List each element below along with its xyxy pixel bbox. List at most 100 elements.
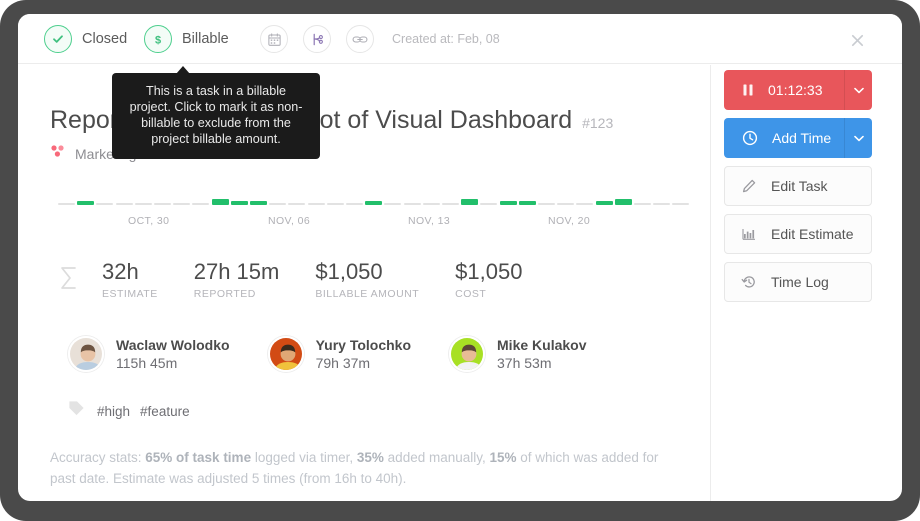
tooltip-arrow bbox=[176, 66, 190, 74]
assignee-text: Yury Tolochko 79h 37m bbox=[316, 337, 411, 371]
timer-label: 01:12:33 bbox=[768, 82, 823, 98]
timeline-segment[interactable] bbox=[211, 199, 229, 205]
accuracy-prefix: Accuracy stats: bbox=[50, 450, 146, 465]
edit-task-button[interactable]: Edit Task bbox=[724, 166, 872, 206]
timeline-segment[interactable] bbox=[96, 203, 114, 205]
stat-label: ESTIMATE bbox=[102, 288, 158, 300]
timeline-segment[interactable] bbox=[384, 203, 402, 205]
stat-item: $1,050 COST bbox=[455, 259, 522, 300]
sigma-icon bbox=[58, 265, 80, 296]
subtask-branch-icon[interactable] bbox=[303, 25, 331, 53]
timeline-segment[interactable] bbox=[576, 203, 594, 205]
tag-list: #high #feature bbox=[97, 404, 200, 419]
assignee[interactable]: Yury Tolochko 79h 37m bbox=[267, 336, 411, 372]
timeline-date-label: NOV, 13 bbox=[408, 215, 451, 227]
stat-value: $1,050 bbox=[315, 259, 383, 284]
task-detail-card: Closed $ Billable Created at: Feb, 08 Re… bbox=[18, 14, 902, 501]
timeline-segment[interactable] bbox=[480, 203, 498, 205]
tag-item[interactable]: #feature bbox=[140, 404, 190, 419]
timeline-date-label: NOV, 06 bbox=[268, 215, 311, 227]
assignee-time: 79h 37m bbox=[315, 355, 371, 371]
timer-button-main[interactable]: 01:12:33 bbox=[724, 70, 844, 110]
timer-button[interactable]: 01:12:33 bbox=[724, 70, 872, 110]
timeline-segment[interactable] bbox=[518, 201, 536, 205]
assignee-text: Waclaw Wolodko 115h 45m bbox=[116, 337, 230, 371]
calendar-icon[interactable] bbox=[260, 25, 288, 53]
status-badge-billable-label: Billable bbox=[182, 31, 229, 47]
stat-item: 32h ESTIMATE bbox=[102, 259, 158, 300]
timeline-segment[interactable] bbox=[115, 203, 133, 205]
time-log-button-main[interactable]: Time Log bbox=[725, 263, 871, 301]
timeline-segment[interactable] bbox=[58, 203, 75, 205]
edit-task-label: Edit Task bbox=[771, 178, 828, 194]
time-log-label: Time Log bbox=[771, 274, 829, 290]
timeline-segment[interactable] bbox=[192, 203, 210, 205]
clock-icon bbox=[742, 130, 758, 146]
timeline-date-label: NOV, 20 bbox=[548, 215, 591, 227]
timeline-segment[interactable] bbox=[346, 203, 363, 205]
edit-estimate-label: Edit Estimate bbox=[771, 226, 854, 242]
stat-label: COST bbox=[455, 288, 487, 300]
edit-task-button-main[interactable]: Edit Task bbox=[725, 167, 871, 205]
status-badge-billable[interactable]: $ Billable bbox=[144, 25, 229, 53]
timeline-segment[interactable] bbox=[154, 203, 171, 205]
accuracy-b2: 35% bbox=[356, 450, 384, 465]
pencil-icon bbox=[741, 178, 757, 194]
timeline-segment[interactable] bbox=[634, 203, 651, 205]
timeline-segment[interactable] bbox=[288, 203, 306, 205]
stats-row: 32h ESTIMATE 27h 15m REPORTED $1,050 BILLABLE… bbox=[58, 259, 558, 300]
timeline-track bbox=[58, 189, 690, 205]
tag-item[interactable]: #high bbox=[97, 404, 130, 419]
timeline-segment[interactable] bbox=[230, 201, 248, 205]
accuracy-mid1: logged via timer, bbox=[251, 450, 357, 465]
timeline-segment[interactable] bbox=[461, 199, 479, 205]
tags-row: #high #feature bbox=[68, 400, 200, 422]
bar-chart-icon bbox=[741, 226, 757, 242]
timeline-segment[interactable] bbox=[557, 203, 575, 205]
add-time-button-main[interactable]: Add Time bbox=[724, 118, 844, 158]
stat-value: $1,050 bbox=[455, 259, 523, 284]
created-at-label: Created at: Feb, 08 bbox=[392, 32, 500, 46]
timeline-date-label: OCT, 30 bbox=[128, 215, 170, 227]
assignee-text: Mike Kulakov 37h 53m bbox=[497, 337, 586, 371]
panel-divider bbox=[710, 65, 711, 501]
stat-label: BILLABLE AMOUNT bbox=[315, 288, 420, 300]
timeline-segment[interactable] bbox=[365, 201, 383, 205]
chevron-down-icon[interactable] bbox=[844, 118, 872, 158]
timeline-segment[interactable] bbox=[269, 203, 287, 205]
timeline-segment[interactable] bbox=[614, 199, 632, 205]
timeline-segment[interactable] bbox=[442, 203, 459, 205]
avatar bbox=[449, 336, 486, 372]
svg-text:$: $ bbox=[155, 34, 161, 46]
add-time-button[interactable]: Add Time bbox=[724, 118, 872, 158]
timeline-segment[interactable] bbox=[653, 203, 671, 205]
timeline-segment[interactable] bbox=[250, 201, 267, 205]
timeline-segment[interactable] bbox=[326, 203, 344, 205]
timeline-segment[interactable] bbox=[77, 201, 95, 205]
timeline-segment[interactable] bbox=[672, 203, 690, 205]
activity-timeline[interactable]: OCT, 30 NOV, 06 NOV, 13 NOV, 20 bbox=[58, 189, 690, 249]
timeline-segment[interactable] bbox=[307, 203, 325, 205]
stat-value: 27h 15m bbox=[193, 259, 280, 284]
assignee[interactable]: Waclaw Wolodko 115h 45m bbox=[68, 336, 230, 372]
tooltip-text: This is a task in a billable project. Cl… bbox=[129, 84, 303, 146]
status-badge-closed[interactable]: Closed bbox=[44, 25, 127, 53]
close-icon[interactable] bbox=[841, 24, 873, 56]
accuracy-b3: 15% bbox=[489, 450, 517, 465]
timeline-segment[interactable] bbox=[538, 203, 555, 205]
timeline-segment[interactable] bbox=[173, 203, 191, 205]
edit-estimate-button-main[interactable]: Edit Estimate bbox=[725, 215, 871, 253]
assignee[interactable]: Mike Kulakov 37h 53m bbox=[449, 336, 587, 372]
timeline-segment[interactable] bbox=[499, 201, 517, 205]
timeline-segment[interactable] bbox=[403, 203, 421, 205]
timeline-segment[interactable] bbox=[134, 203, 152, 205]
chevron-down-icon[interactable] bbox=[844, 70, 872, 110]
accuracy-b1: 65% of task time bbox=[145, 450, 252, 465]
link-icon[interactable] bbox=[346, 25, 374, 53]
timeline-segment[interactable] bbox=[595, 201, 613, 205]
time-log-button[interactable]: Time Log bbox=[724, 262, 872, 302]
task-number: #123 bbox=[582, 115, 614, 131]
edit-estimate-button[interactable]: Edit Estimate bbox=[724, 214, 872, 254]
timeline-segment[interactable] bbox=[422, 203, 440, 205]
stat-label: REPORTED bbox=[193, 288, 256, 300]
